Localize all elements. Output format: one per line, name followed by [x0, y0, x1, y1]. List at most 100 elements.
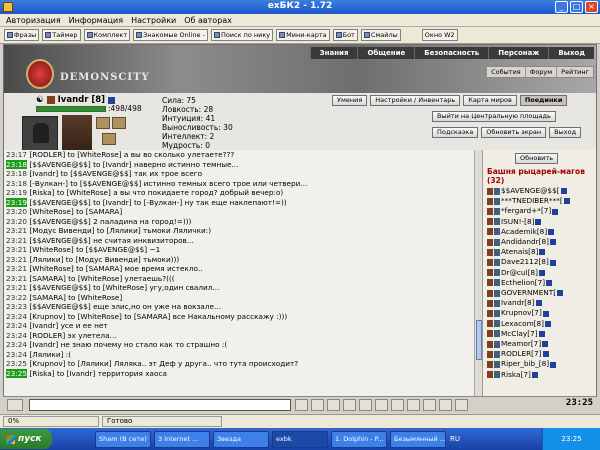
chat-timestamp[interactable]: 23:21	[6, 255, 27, 264]
user-nick[interactable]: Academik[8]	[501, 227, 547, 237]
toolbar-window-w2-button[interactable]: Окно W2	[421, 29, 458, 41]
user-nick[interactable]: Dr@cul[8]	[501, 268, 538, 278]
user-list-item[interactable]: GOVERNMENT[	[487, 288, 570, 298]
user-list-item[interactable]: *fergard+*[7]	[487, 206, 570, 216]
chat-timestamp[interactable]: 23:25	[6, 359, 27, 368]
exit-button[interactable]: Выход	[549, 127, 582, 138]
helmet-slot[interactable]	[22, 116, 58, 152]
close-button[interactable]: ×	[585, 1, 598, 13]
chat-timestamp[interactable]: 23:22	[6, 293, 27, 302]
chat-timestamp[interactable]: 23:18	[6, 169, 27, 178]
hint-button[interactable]: Подсказка	[432, 127, 479, 138]
subnav-events[interactable]: События	[486, 67, 525, 77]
user-nick[interactable]: ***TNEDIBER***[	[501, 196, 563, 206]
central-square-button[interactable]: Выйти на Центральную площадь	[432, 111, 556, 122]
menu-item-about[interactable]: Об авторах	[184, 16, 232, 25]
info-icon[interactable]	[557, 290, 564, 297]
user-list-item[interactable]: Andidandr[8]	[487, 237, 570, 247]
user-nick[interactable]: Meamor[7]	[501, 339, 541, 349]
user-nick[interactable]: GOVERNMENT[	[501, 288, 556, 298]
start-button[interactable]: пуск	[0, 429, 52, 449]
chat-timestamp[interactable]: 23:19	[6, 197, 28, 207]
nav-communication[interactable]: Общение	[357, 47, 414, 59]
chat-timestamp[interactable]: 23:25	[6, 368, 28, 378]
task-dolphin[interactable]: 1. Dolphin - P...	[331, 430, 387, 448]
chat-timestamp[interactable]: 23:21	[6, 274, 27, 283]
user-nick[interactable]: Atenais[8]	[501, 247, 538, 257]
user-list-item[interactable]: ISUN!-[8]	[487, 217, 570, 227]
send-icon[interactable]	[295, 399, 308, 411]
chat-timestamp[interactable]: 23:21	[6, 283, 27, 292]
user-list-item[interactable]: McClay[7]	[487, 329, 570, 339]
user-list-item[interactable]: Krupnov[7]	[487, 308, 570, 318]
user-nick[interactable]: Riska[7]	[501, 370, 531, 380]
menu-item-settings[interactable]: Настройки	[131, 16, 176, 25]
info-icon[interactable]	[531, 371, 538, 378]
chat-input[interactable]	[29, 399, 291, 411]
user-list-item[interactable]: $$AVENGE@$$[	[487, 186, 570, 196]
user-nick[interactable]: Andidandr[8]	[501, 237, 549, 247]
info-icon[interactable]	[538, 269, 545, 276]
clear-icon[interactable]	[311, 399, 324, 411]
info-icon[interactable]	[108, 96, 116, 104]
toolbar-smileys-button[interactable]: Смайлы	[360, 29, 401, 41]
chat-timestamp[interactable]: 23:20	[6, 217, 27, 226]
info-icon[interactable]	[539, 249, 546, 256]
chat-timestamp[interactable]: 23:18	[6, 179, 27, 188]
toolbar-minimap-button[interactable]: Мини-карта	[276, 29, 330, 41]
user-nick[interactable]: Ivandr[8]	[501, 298, 535, 308]
user-list-item[interactable]: Academik[8]	[487, 227, 570, 237]
scroll-lock-icon[interactable]	[423, 399, 436, 411]
info-icon[interactable]	[560, 188, 567, 195]
smiley-picker-icon[interactable]	[327, 399, 340, 411]
chat-timestamp[interactable]: 23:21	[6, 264, 27, 273]
refresh-list-button[interactable]: Обновить	[515, 153, 559, 164]
info-icon[interactable]	[545, 320, 552, 327]
user-list-item[interactable]: ***TNEDIBER***[	[487, 196, 570, 206]
chat-timestamp[interactable]: 23:24	[6, 331, 27, 340]
toolbar-friends-button[interactable]: Знакомые Online -	[133, 29, 208, 41]
chat-scrollbar[interactable]	[474, 150, 482, 396]
info-icon[interactable]	[538, 330, 545, 337]
maximize-button[interactable]: □	[570, 1, 583, 13]
toolbar-bot-button[interactable]: Бот	[332, 29, 358, 41]
chat-timestamp[interactable]: 23:24	[6, 312, 27, 321]
toolbar-timer-button[interactable]: Таймер	[42, 29, 81, 41]
toolbar-kit-button[interactable]: Комплект	[83, 29, 131, 41]
info-icon[interactable]	[563, 198, 570, 205]
chat-timestamp[interactable]: 23:21	[6, 245, 27, 254]
item-slot-1[interactable]	[96, 117, 110, 129]
task-untitled[interactable]: Безымянный ...	[390, 430, 446, 448]
nav-knowledge[interactable]: Знания	[309, 47, 358, 59]
user-nick[interactable]: Riper_bib_[8]	[501, 359, 549, 369]
nav-exit[interactable]: Выход	[548, 47, 594, 59]
user-nick[interactable]: McClay[7]	[501, 329, 538, 339]
private-icon[interactable]	[407, 399, 420, 411]
user-list-item[interactable]: Meamor[7]	[487, 339, 570, 349]
info-icon[interactable]	[542, 310, 549, 317]
item-slot-2[interactable]	[112, 117, 126, 129]
toolbar-phrases-button[interactable]: Фразы	[4, 29, 40, 41]
chat-timestamp[interactable]: 23:18	[6, 159, 28, 169]
chat-settings-icon[interactable]	[391, 399, 404, 411]
info-icon[interactable]	[535, 300, 542, 307]
chat-timestamp[interactable]: 23:24	[6, 350, 27, 359]
task-internet[interactable]: 3 Internet ...	[154, 430, 210, 448]
chat-timestamp[interactable]: 23:20	[6, 207, 27, 216]
battles-button[interactable]: Поединки	[519, 95, 568, 106]
toolbar-search-nick-button[interactable]: Поиск по нику	[210, 29, 274, 41]
translit-icon[interactable]	[359, 399, 372, 411]
filter-icon[interactable]	[343, 399, 356, 411]
menu-item-auth[interactable]: Авторизация	[6, 16, 61, 25]
info-icon[interactable]	[542, 351, 549, 358]
info-icon[interactable]	[535, 218, 542, 225]
user-nick[interactable]: Krupnov[7]	[501, 308, 542, 318]
channel-icon[interactable]	[455, 399, 468, 411]
info-icon[interactable]	[548, 228, 555, 235]
task-zvezda[interactable]: Звезда	[213, 430, 269, 448]
info-icon[interactable]	[552, 208, 559, 215]
chat-timestamp[interactable]: 23:19	[6, 188, 27, 197]
info-icon[interactable]	[542, 341, 549, 348]
info-icon[interactable]	[550, 361, 557, 368]
info-icon[interactable]	[549, 259, 556, 266]
